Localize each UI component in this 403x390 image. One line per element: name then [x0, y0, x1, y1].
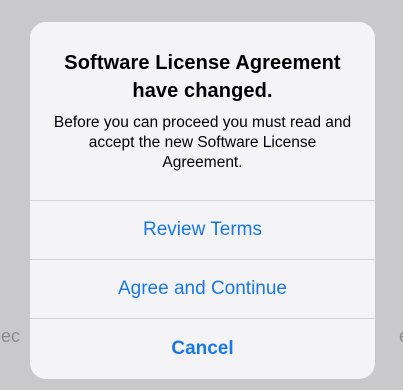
background-text-left: Rec: [0, 326, 21, 346]
agree-and-continue-button[interactable]: Agree and Continue: [30, 259, 375, 318]
alert-title: Software License Agreement have changed.: [64, 52, 341, 102]
cancel-button[interactable]: Cancel: [30, 318, 375, 378]
alert-actions: Review Terms Agree and Continue Cancel: [30, 200, 375, 378]
alert-header: Software License Agreement have changed.…: [30, 22, 375, 200]
alert-message: Before you can proceed you must read and…: [53, 114, 352, 171]
review-terms-button[interactable]: Review Terms: [30, 200, 375, 259]
background-text-right: er: [399, 326, 403, 346]
license-alert-dialog: Software License Agreement have changed.…: [30, 22, 375, 379]
